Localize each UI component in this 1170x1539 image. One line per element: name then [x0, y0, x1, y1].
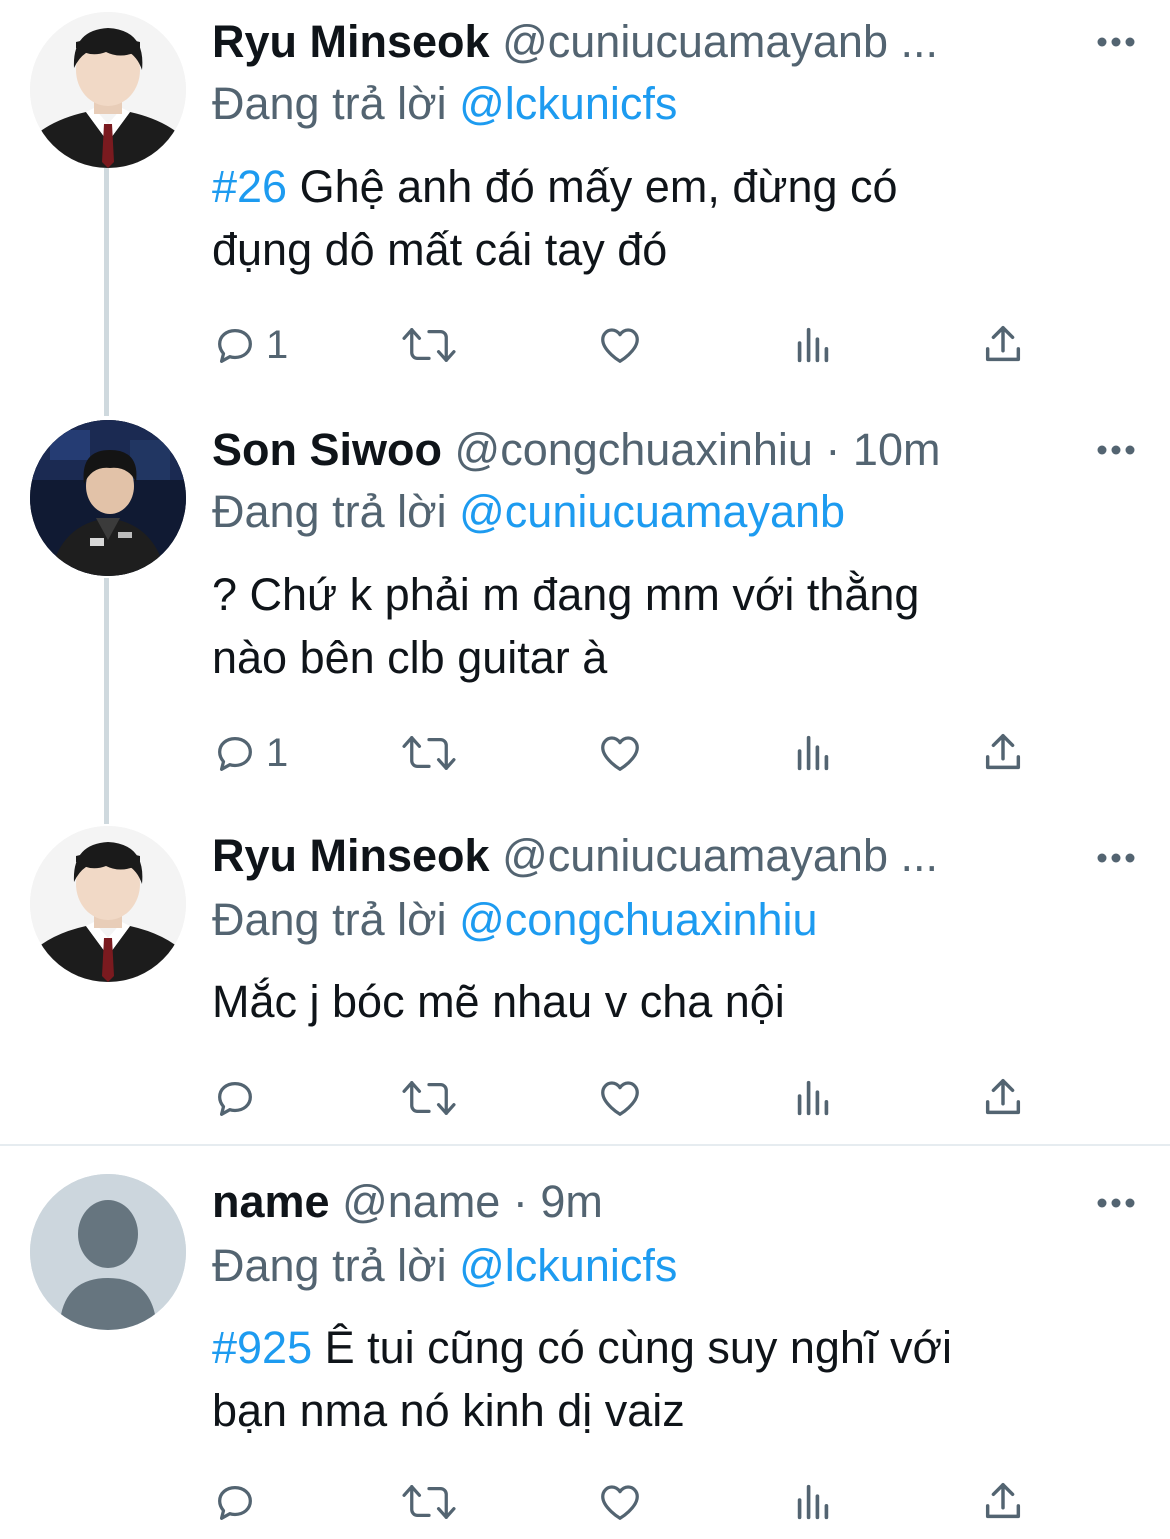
replying-to-label: Đang trả lời [212, 894, 447, 945]
retweet-button[interactable] [400, 723, 458, 783]
views-icon [797, 1484, 829, 1520]
views-button[interactable] [790, 315, 836, 375]
tweet-header: Son Siwoo @congchuaxinhiu · 10m [212, 420, 1170, 480]
reply-icon [218, 1485, 252, 1520]
tweet-header: Ryu Minseok @cuniucuamayanb ... [212, 826, 1170, 886]
views-button[interactable] [790, 1068, 836, 1128]
reply-icon [218, 328, 252, 363]
action-bar: 1 [212, 315, 1072, 375]
replying-to-mention[interactable]: @cuniucuamayanb [459, 486, 845, 537]
share-icon [985, 1079, 1021, 1115]
tweet-text-line: bạn nma nó kinh dị vaiz [212, 1385, 685, 1436]
replying-to: Đang trả lời @cuniucuamayanb [212, 482, 845, 542]
like-icon [601, 328, 639, 363]
tweet-text-line: ? Chứ k phải m đang mm với thằng [212, 569, 920, 620]
display-name[interactable]: Ryu Minseok [212, 16, 490, 67]
retweet-button[interactable] [400, 1068, 458, 1128]
reply-button[interactable] [212, 1472, 266, 1532]
replying-to: Đang trả lời @congchuaxinhiu [212, 890, 818, 950]
tweet-text: #925 Ê tui cũng có cùng suy nghĩ với bạn… [212, 1316, 1132, 1442]
replying-to-label: Đang trả lời [212, 486, 447, 537]
more-icon[interactable] [1096, 1197, 1136, 1209]
retweet-icon [402, 1485, 456, 1519]
reply-count: 1 [266, 323, 289, 367]
share-button[interactable] [980, 1068, 1026, 1128]
hashtag[interactable]: #26 [212, 161, 287, 212]
display-name[interactable]: name [212, 1176, 330, 1227]
tweet-header: Ryu Minseok @cuniucuamayanb ... [212, 12, 1170, 72]
more-icon[interactable] [1096, 852, 1136, 864]
handle-and-time[interactable]: @congchuaxinhiu · 10m [455, 424, 941, 475]
reply-count: 1 [266, 731, 289, 775]
action-bar [212, 1472, 1072, 1532]
reply-icon [218, 736, 252, 771]
default-avatar[interactable] [30, 1174, 186, 1330]
more-icon[interactable] [1096, 444, 1136, 456]
avatar[interactable] [30, 12, 186, 168]
views-button[interactable] [790, 723, 836, 783]
tweet-text-line: Ghệ anh đó mấy em, đừng có [287, 161, 898, 212]
replying-to-mention[interactable]: @congchuaxinhiu [459, 894, 817, 945]
replying-to-mention[interactable]: @lckunicfs [459, 78, 677, 129]
like-icon [601, 736, 639, 771]
tweet[interactable]: name @name · 9m Đang trả lời @lckunicfs … [0, 1146, 1170, 1539]
avatar[interactable] [30, 420, 186, 576]
share-button[interactable] [980, 723, 1026, 783]
handle-and-time[interactable]: @cuniucuamayanb ... [502, 16, 938, 67]
views-icon [797, 735, 829, 771]
reply-button[interactable]: 1 [212, 723, 288, 783]
handle-and-time[interactable]: @name · 9m [342, 1176, 603, 1227]
tweet-header: name @name · 9m [212, 1172, 1170, 1232]
reply-button[interactable]: 1 [212, 315, 288, 375]
display-name[interactable]: Ryu Minseok [212, 830, 490, 881]
replying-to-label: Đang trả lời [212, 1240, 447, 1291]
share-icon [985, 734, 1021, 770]
avatar[interactable] [30, 826, 186, 982]
views-icon [797, 327, 829, 363]
tweet-text-line: Ê tui cũng có cùng suy nghĩ với [312, 1322, 952, 1373]
reply-button[interactable] [212, 1068, 266, 1128]
tweet[interactable]: Ryu Minseok @cuniucuamayanb ... Đang trả… [0, 820, 1170, 1144]
retweet-icon [402, 328, 456, 362]
like-button[interactable] [596, 315, 644, 375]
views-icon [797, 1080, 829, 1116]
handle-and-time[interactable]: @cuniucuamayanb ... [502, 830, 938, 881]
like-button[interactable] [596, 723, 644, 783]
tweet-text-line: Mắc j bóc mẽ nhau v cha nội [212, 976, 785, 1027]
replying-to: Đang trả lời @lckunicfs [212, 74, 677, 134]
like-icon [601, 1081, 639, 1116]
like-button[interactable] [596, 1472, 644, 1532]
hashtag[interactable]: #925 [212, 1322, 312, 1373]
like-icon [601, 1485, 639, 1520]
views-button[interactable] [790, 1472, 836, 1532]
tweet-text: #26 Ghệ anh đó mấy em, đừng có đụng dô m… [212, 155, 1132, 281]
share-button[interactable] [980, 1472, 1026, 1532]
tweet-text-line: nào bên clb guitar à [212, 632, 608, 683]
replying-to-label: Đang trả lời [212, 78, 447, 129]
share-button[interactable] [980, 315, 1026, 375]
share-icon [985, 1483, 1021, 1519]
like-button[interactable] [596, 1068, 644, 1128]
tweet-text-line: đụng dô mất cái tay đó [212, 224, 668, 275]
retweet-icon [402, 736, 456, 770]
action-bar [212, 1068, 1072, 1128]
action-bar: 1 [212, 723, 1072, 783]
tweet[interactable]: Ryu Minseok @cuniucuamayanb ... Đang trả… [0, 0, 1170, 410]
retweet-button[interactable] [400, 1472, 458, 1532]
retweet-icon [402, 1081, 456, 1115]
display-name[interactable]: Son Siwoo [212, 424, 442, 475]
tweet-text: Mắc j bóc mẽ nhau v cha nội [212, 970, 1132, 1033]
retweet-button[interactable] [400, 315, 458, 375]
reply-icon [218, 1081, 252, 1116]
share-icon [985, 326, 1021, 362]
tweet[interactable]: Son Siwoo @congchuaxinhiu · 10m Đang trả… [0, 410, 1170, 820]
tweet-text: ? Chứ k phải m đang mm với thằng nào bên… [212, 563, 1132, 689]
replying-to: Đang trả lời @lckunicfs [212, 1236, 677, 1296]
replying-to-mention[interactable]: @lckunicfs [459, 1240, 677, 1291]
more-icon[interactable] [1096, 36, 1136, 48]
